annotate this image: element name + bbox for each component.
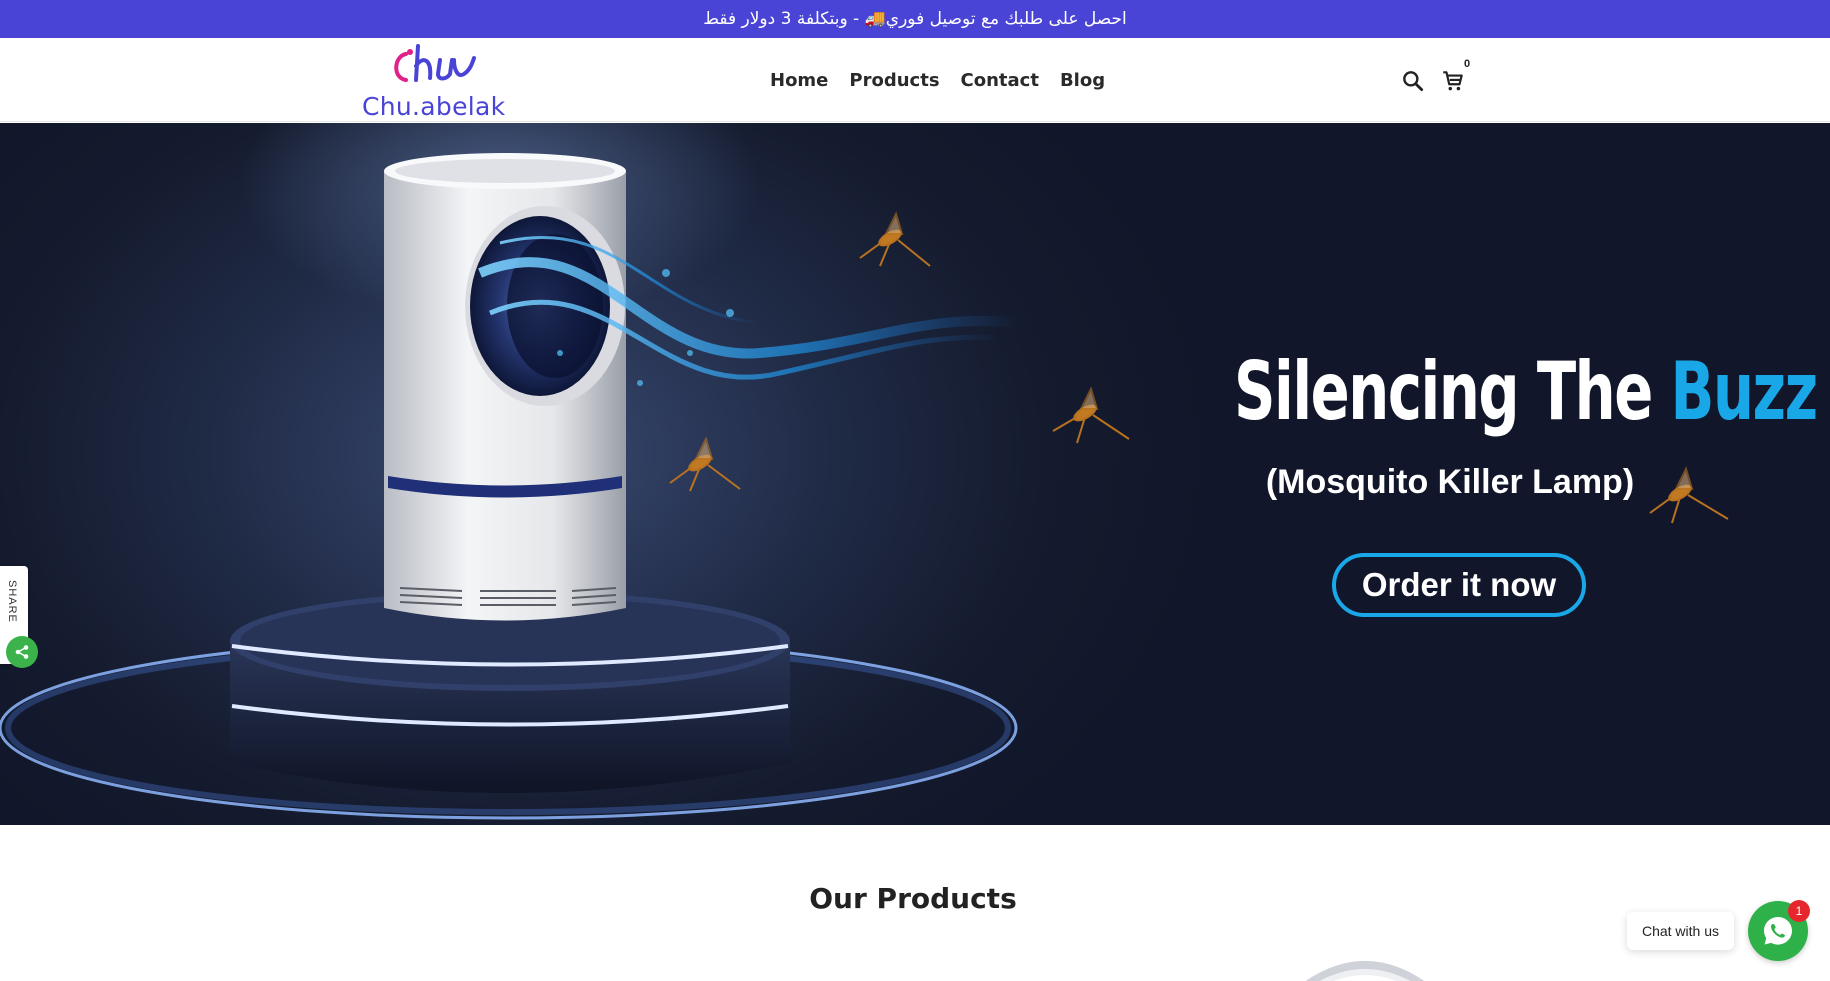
- chat-with-us-label[interactable]: Chat with us: [1627, 912, 1734, 950]
- hero-banner[interactable]: Silencing The Buzz (Mosquito Killer Lamp…: [0, 123, 1830, 825]
- whatsapp-icon: [1764, 917, 1792, 945]
- nav-products[interactable]: Products: [849, 70, 939, 91]
- search-icon[interactable]: [1400, 68, 1426, 94]
- hero-title-accent: Buzz: [1670, 345, 1818, 438]
- site-header: Chu.abelak Home Products Contact Blog 0: [0, 38, 1830, 122]
- share-button[interactable]: [6, 636, 38, 668]
- nav-home[interactable]: Home: [770, 70, 828, 91]
- announcement-bar: احصل على طلبك مع توصيل فوري🚚 - وبتكلفة 3…: [0, 0, 1830, 38]
- cart-icon[interactable]: [1440, 68, 1466, 94]
- main-nav: Home Products Contact Blog: [770, 38, 1105, 122]
- hero-subtitle: (Mosquito Killer Lamp): [1265, 463, 1635, 501]
- cart-count: 0: [1464, 58, 1471, 70]
- chat-notification-badge: 1: [1788, 900, 1810, 922]
- our-products-heading: Our Products: [809, 882, 1017, 915]
- hero-title-main: Silencing The: [1234, 345, 1671, 438]
- hero-title: Silencing The Buzz: [1234, 345, 1818, 438]
- announcement-text: احصل على طلبك مع توصيل فوري🚚 - وبتكلفة 3…: [703, 9, 1127, 29]
- logo[interactable]: Chu.abelak: [360, 44, 510, 121]
- page: احصل على طلبك مع توصيل فوري🚚 - وبتكلفة 3…: [0, 0, 1830, 981]
- nav-blog[interactable]: Blog: [1060, 70, 1105, 91]
- logo-mark-icon: [394, 44, 476, 82]
- share-label: SHARE: [6, 580, 18, 623]
- nav-contact[interactable]: Contact: [961, 70, 1039, 91]
- logo-text: Chu.abelak: [362, 92, 506, 121]
- order-now-button[interactable]: Order it now: [1332, 553, 1586, 617]
- share-icon: [15, 645, 29, 659]
- product-thumbnail-peek[interactable]: [1290, 950, 1440, 981]
